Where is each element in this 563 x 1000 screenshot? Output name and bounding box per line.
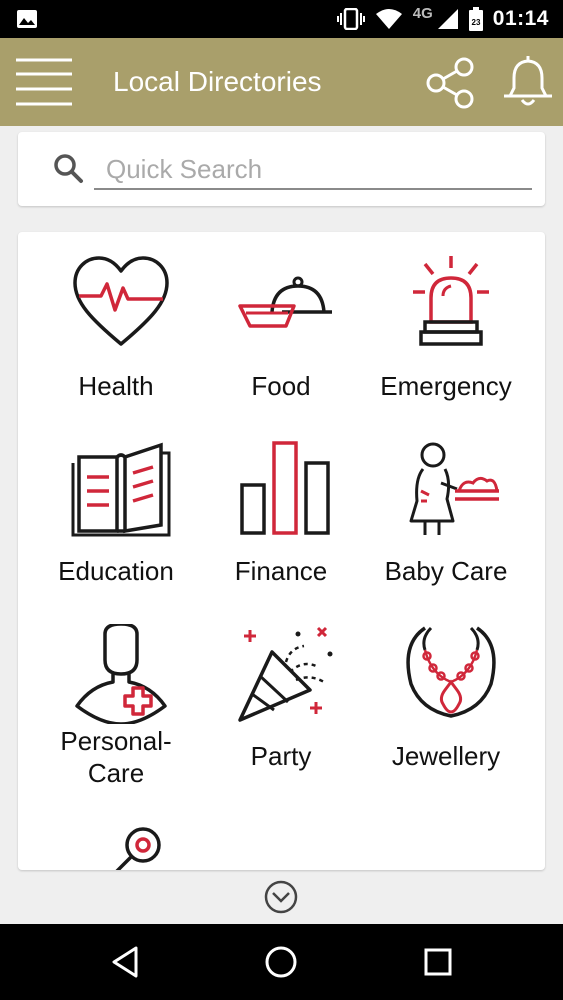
- back-icon[interactable]: [106, 942, 146, 982]
- category-label: Party: [250, 741, 312, 771]
- category-baby-care[interactable]: Baby Care: [361, 417, 531, 602]
- svg-text:23: 23: [471, 18, 480, 27]
- category-jewellery[interactable]: Jewellery: [361, 602, 531, 787]
- category-label: Food: [251, 371, 311, 401]
- category-finance[interactable]: Finance: [196, 417, 366, 602]
- category-label: Baby Care: [384, 556, 508, 586]
- baby-care-icon: [409, 442, 499, 535]
- signal-icon: [437, 9, 458, 29]
- category-personal-care[interactable]: Personal- Care: [31, 602, 201, 788]
- category-emergency[interactable]: Emergency: [361, 232, 531, 417]
- vibrate-icon: [336, 8, 365, 30]
- home-icon[interactable]: [261, 942, 301, 982]
- necklace-icon: [406, 626, 496, 718]
- system-nav-bar: [0, 924, 563, 1000]
- recents-icon[interactable]: [418, 942, 458, 982]
- share-icon[interactable]: [424, 56, 478, 110]
- heart-pulse-icon: [73, 256, 169, 346]
- category-partial[interactable]: [31, 787, 201, 870]
- category-label: Personal- Care: [60, 726, 172, 788]
- app-bar: Local Directories: [0, 38, 563, 126]
- category-label: Emergency: [380, 371, 512, 401]
- menu-icon[interactable]: [16, 56, 72, 108]
- category-label: Health: [78, 371, 154, 401]
- search-icon: [54, 154, 83, 183]
- bar-chart-icon: [240, 441, 330, 535]
- book-icon: [71, 442, 171, 537]
- chevron-down-icon[interactable]: [264, 880, 298, 914]
- food-cloche-icon: [238, 276, 332, 328]
- category-label: Finance: [234, 556, 328, 586]
- battery-icon: 23: [468, 7, 483, 31]
- wifi-icon: [375, 9, 402, 29]
- page-title: Local Directories: [113, 66, 322, 97]
- image-icon: [17, 10, 37, 28]
- key-icon: [115, 827, 161, 870]
- party-popper-icon: [238, 626, 333, 722]
- search-input[interactable]: [94, 150, 532, 190]
- category-food[interactable]: Food: [196, 232, 366, 417]
- category-party[interactable]: Party: [196, 602, 366, 787]
- network-type: 4G: [412, 4, 433, 22]
- status-bar: 4G 23 01:14: [0, 0, 563, 38]
- category-education[interactable]: Education: [31, 417, 201, 602]
- category-label: Education: [58, 556, 174, 586]
- search-bar: [18, 132, 545, 206]
- category-label: Jewellery: [391, 741, 501, 771]
- category-grid: Health Food Emergency Education Finance …: [18, 232, 545, 870]
- status-icons: 4G 23 01:14: [336, 0, 549, 38]
- category-health[interactable]: Health: [31, 232, 201, 417]
- siren-icon: [413, 256, 489, 346]
- bell-icon[interactable]: [500, 52, 556, 110]
- personal-care-icon: [75, 624, 167, 724]
- clock: 01:14: [492, 7, 549, 30]
